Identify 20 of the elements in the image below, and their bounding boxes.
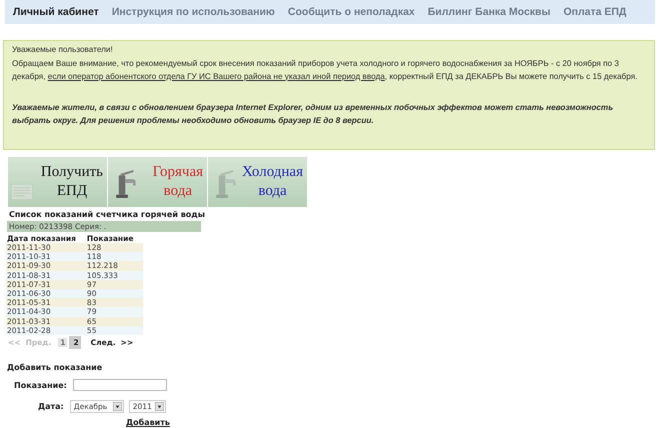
form-title: Добавить показание (7, 363, 104, 372)
nav-tab[interactable]: Личный кабинет (13, 6, 99, 18)
date-label: Дата: (38, 402, 64, 412)
banner-button[interactable]: Холодная вода (208, 157, 307, 207)
dropdown-icon (112, 402, 122, 412)
browser-warning: Уважаемые жители, в связи с обновлением браузера Internet Explorer, одним из временных побочных эффектов может стать невозможность выбрать округ. Для решения проблемы необходимо обновить браузер IE до 8 версии. (12, 102, 614, 127)
reading-label: Показание: (14, 380, 67, 390)
reading-input[interactable] (72, 379, 167, 392)
banner-button[interactable]: Получить ЕПД (8, 157, 107, 207)
notice-greeting: Уважаемые пользователи! (12, 45, 114, 54)
banner-label: Горячая вода (152, 163, 203, 201)
notice-paragraph: Обращаем Ваше внимание, что рекомендуемый срок внесения показаний приборов учета холодного и горячего водоснабжения за НОЯБРЬ - с 20 ноября по 3 декабря, если оператор абонентского отдела ГУ ИС Вашего района не указал иной период ввода, корректный ЕПД за ДЕКАБРЬ Вы можете получить с 15 декабря. (12, 58, 638, 83)
notice-link[interactable]: если оператор абонентского отдела ГУ ИС Вашего района не указал иной период ввода (48, 72, 385, 80)
banner-label: Получить ЕПД (40, 163, 103, 201)
banner-label: Холодная вода (242, 163, 303, 201)
banner-button[interactable]: Горячая вода (108, 157, 207, 207)
list-title: Список показаний счетчика горячей воды (9, 210, 206, 219)
add-link[interactable]: Добавить (126, 418, 170, 428)
dropdown-icon (154, 402, 164, 412)
document-icon (11, 182, 33, 202)
